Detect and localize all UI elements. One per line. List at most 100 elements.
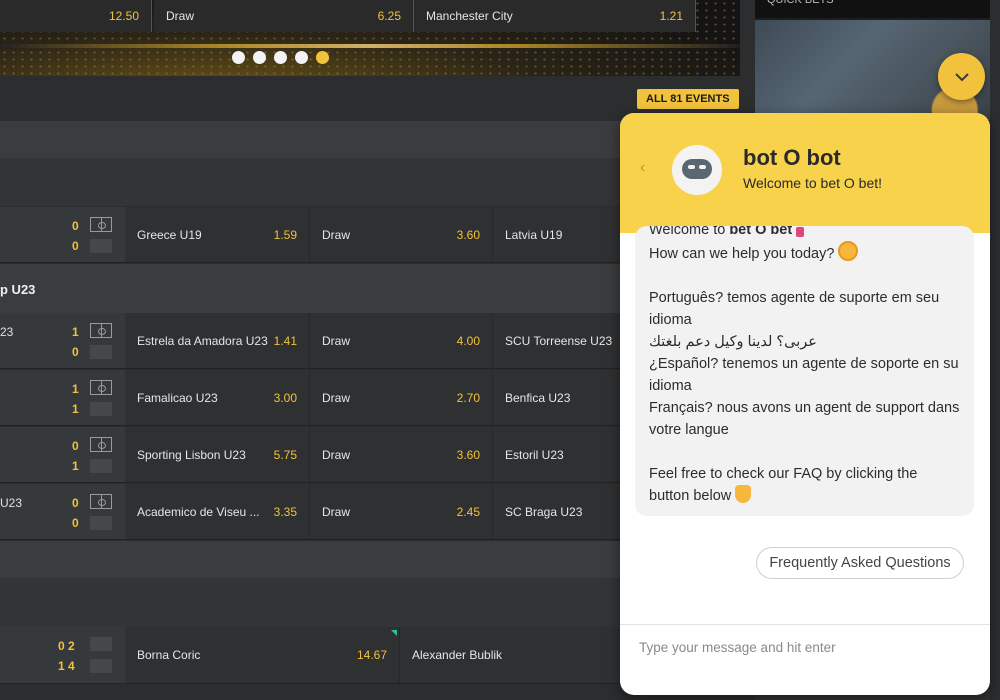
banner-odds: 1.21 [659,9,683,23]
faq-hint: Feel free to check our FAQ by clicking t… [649,466,918,504]
bot-subtitle: Welcome to bet O bet! [743,175,883,191]
home-team: Sporting Lisbon U23 [137,447,246,462]
draw-odds-cell[interactable]: Draw 2.45 [310,484,493,539]
pitch-icon[interactable] [90,494,112,509]
home-odds-cell[interactable]: Famalicao U23 3.00 [125,370,310,425]
home-odds-cell[interactable]: Sporting Lisbon U23 5.75 [125,427,310,482]
bot-message: Welcome to bet O bet How can we help you… [635,226,974,516]
home-odds: 1.59 [273,227,297,242]
pitch-icon[interactable] [90,380,112,395]
chevron-down-icon [954,72,969,81]
draw-odds: 4.00 [456,333,480,348]
draw-label: Draw [322,504,351,519]
away-score: 1 [72,402,79,416]
league-name: p U23 [0,282,36,297]
away-team: SC Braga U23 [505,504,583,519]
banner-odds-away[interactable]: Manchester City 1.21 [414,0,696,32]
pitch-icon[interactable] [90,323,112,338]
welcome-text: Welcome to [649,226,730,238]
stats-slot [90,402,112,416]
draw-label: Draw [322,390,351,405]
home-odds-cell[interactable]: Academico de Viseu ... 3.35 [125,484,310,539]
away-team: Estoril U23 [505,447,564,462]
home-team: Estrela da Amadora U23 [137,333,268,348]
away-team: SCU Torreense U23 [505,333,613,348]
banner-odds: 12.50 [108,9,139,23]
home-odds-cell[interactable]: Estrela da Amadora U23 1.41 [125,313,310,368]
home-score: 0 [72,439,79,453]
truncated-label: U23 [0,496,23,510]
home-score: 1 [72,382,79,396]
home-odds: 1.41 [273,333,297,348]
pitch-icon[interactable] [90,437,112,452]
draw-odds: 3.60 [456,227,480,242]
home-team: Famalicao U23 [137,390,218,405]
help-text: How can we help you today? [649,246,835,262]
home-odds-cell[interactable]: Borna Coric 14.67 [125,627,400,683]
stats-slot [90,459,112,473]
home-team: Academico de Viseu ... [137,504,260,519]
welcome-brand: bet O bet [729,226,793,238]
home-odds-cell[interactable]: Greece U19 1.59 [125,207,310,262]
french-line: Français? nous avons un agent de support… [649,400,960,438]
draw-label: Draw [322,227,351,242]
smile-icon [838,241,859,261]
robot-eye [699,165,706,169]
carousel-dot-active[interactable] [316,51,329,64]
away-team: Benfica U23 [505,390,571,405]
truncated-label: 23 [0,325,14,339]
score-column: 23 1 0 [0,313,125,368]
home-odds: 3.35 [273,504,297,519]
carousel-dot[interactable] [253,51,266,64]
carousel-dot[interactable] [232,51,245,64]
robot-eye [688,165,695,169]
home-score: 0 [72,496,79,510]
chat-toggle-button[interactable] [938,53,985,100]
away-score: 0 [72,345,79,359]
promo-banner[interactable]: 12.50 Draw 6.25 Manchester City 1.21 [0,0,740,76]
portuguese-line: Português? temos agente de suporte em se… [649,290,940,328]
draw-odds: 2.45 [456,504,480,519]
draw-odds-cell[interactable]: Draw 3.60 [310,207,493,262]
odds-change-icon [391,630,397,636]
faq-button[interactable]: Frequently Asked Questions [756,547,964,579]
stats-slot [90,345,112,359]
stats-slot [90,637,112,651]
draw-odds-cell[interactable]: Draw 2.70 [310,370,493,425]
quick-bets-title: QUICK BETS [755,0,990,18]
spanish-line: ¿Español? tenemos un agente de soporte e… [649,356,959,394]
chat-divider [620,624,990,625]
home-score: 1 [72,325,79,339]
carousel-dot[interactable] [295,51,308,64]
draw-odds-cell[interactable]: Draw 3.60 [310,427,493,482]
banner-stripe [0,44,740,48]
banner-team: Manchester City [426,9,513,23]
score-column: 0 1 [0,427,125,482]
away-score: 0 [72,516,79,530]
away-score: 1 [72,459,79,473]
stats-slot [90,516,112,530]
draw-label: Draw [322,333,351,348]
pitch-icon[interactable] [90,217,112,232]
all-events-button[interactable]: ALL 81 EVENTS [637,89,739,109]
home-team: Borna Coric [137,648,201,662]
draw-odds-cell[interactable]: Draw 4.00 [310,313,493,368]
carousel-dot[interactable] [274,51,287,64]
away-team: Latvia U19 [505,227,563,242]
banner-team: Draw [166,9,195,23]
score-column: 1 1 [0,370,125,425]
back-icon[interactable]: ‹ [640,159,645,177]
bot-name: bot O bot [743,145,841,170]
arabic-line: عربى؟ لدينا وكيل دعم بلغتك [649,334,817,350]
away-score: 1 4 [58,659,75,673]
home-odds: 3.00 [273,390,297,405]
banner-odds-home[interactable]: 12.50 [0,0,152,32]
message-input[interactable] [639,637,969,657]
stats-slot [90,239,112,253]
banner-odds: 6.25 [377,9,401,23]
home-odds: 14.67 [356,648,387,662]
home-score: 0 2 [58,639,75,653]
chat-widget[interactable]: ‹ bot O bot Welcome to bet O bet! Welcom… [620,113,990,695]
banner-odds-draw[interactable]: Draw 6.25 [154,0,414,32]
party-icon [796,227,805,237]
